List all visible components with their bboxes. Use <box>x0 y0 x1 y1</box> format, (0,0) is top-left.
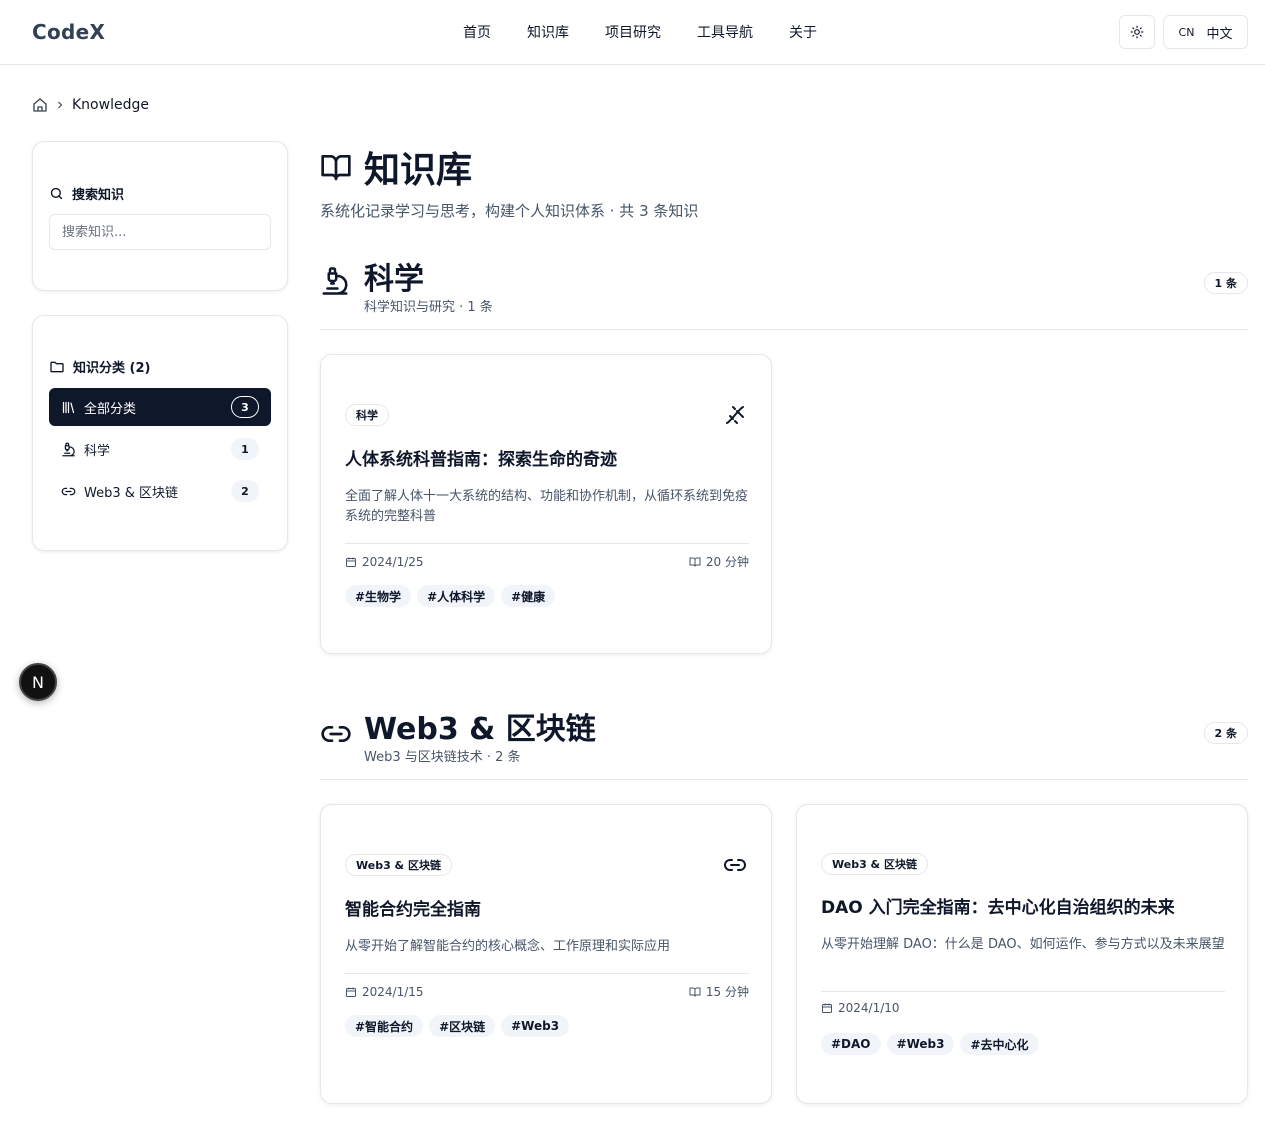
home-icon[interactable] <box>32 97 48 113</box>
site-logo[interactable]: CodeX <box>32 20 105 44</box>
nav-about[interactable]: 关于 <box>789 22 817 42</box>
card-description: 从零开始理解 DAO：什么是 DAO、如何运作、参与方式以及未来展望 <box>821 937 1225 952</box>
knowledge-card[interactable]: Web3 & 区块链 智能合约完全指南 从零开始了解智能合约的核心概念、工作原理… <box>320 804 772 1104</box>
open-book-icon <box>689 557 701 567</box>
sun-icon <box>1130 25 1144 39</box>
section-count-badge: 1 条 <box>1203 272 1248 294</box>
section-description: Web3 与区块链技术 · 2 条 <box>364 750 521 765</box>
category-panel: 知识分类 (2) 全部分类 3 科学 1 Web3 & 区块链 2 <box>32 315 288 551</box>
category-count: 3 <box>231 396 259 418</box>
card-hashtag[interactable]: #DAO <box>821 1033 881 1055</box>
card-hashtag[interactable]: #智能合约 <box>345 1015 424 1037</box>
search-panel: 搜索知识 <box>32 141 288 291</box>
card-meta: 2024/1/15 15 分钟 <box>345 983 749 1000</box>
category-item-web3[interactable]: Web3 & 区块链 2 <box>49 472 271 510</box>
card-divider <box>821 991 1225 992</box>
lang-label: 中文 <box>1206 26 1233 42</box>
card-hashtag[interactable]: #健康 <box>501 585 556 607</box>
top-header: CodeX 首页 知识库 项目研究 工具导航 关于 CN 中文 <box>0 0 1265 65</box>
knowledge-card[interactable]: Web3 & 区块链 DAO 入门完全指南：去中心化自治组织的未来 从零开始理解… <box>796 804 1248 1104</box>
card-description: 全面了解人体十一大系统的结构、功能和协作机制，从循环系统到免疫系统的完整科普 <box>345 489 749 524</box>
section-title: 科学 <box>364 262 424 297</box>
card-meta: 2024/1/10 <box>821 1001 1225 1015</box>
dna-icon <box>726 406 744 424</box>
language-button[interactable]: CN 中文 <box>1163 15 1248 49</box>
card-read-time: 15 分钟 <box>705 985 749 999</box>
breadcrumb-current: Knowledge <box>72 97 149 113</box>
calendar-icon <box>346 557 356 567</box>
card-description: 从零开始了解智能合约的核心概念、工作原理和实际应用 <box>345 939 671 954</box>
main-nav: 首页 知识库 项目研究 工具导航 关于 <box>463 22 817 42</box>
breadcrumb: Knowledge <box>32 97 149 113</box>
card-hashtag[interactable]: #Web3 <box>501 1015 570 1037</box>
category-count: 1 <box>231 438 259 460</box>
open-book-icon <box>321 155 351 181</box>
section-header-web3: Web3 & 区块链 Web3 与区块链技术 · 2 条 2 条 <box>320 704 1248 780</box>
calendar-icon <box>822 1003 832 1013</box>
card-hashtag[interactable]: #去中心化 <box>960 1033 1039 1055</box>
category-label: 科学 <box>84 443 111 459</box>
nav-tools[interactable]: 工具导航 <box>697 22 753 42</box>
category-panel-title: 知识分类 (2) <box>49 357 150 376</box>
page-title: 知识库 <box>320 141 472 193</box>
section-count-badge: 2 条 <box>1203 722 1248 744</box>
section-header-science: 科学 科学知识与研究 · 1 条 1 条 <box>320 254 1248 330</box>
card-category-tag: Web3 & 区块链 <box>821 853 928 875</box>
card-date: 2024/1/15 <box>362 984 424 999</box>
category-label: 全部分类 <box>84 401 137 417</box>
microscope-icon <box>322 267 348 295</box>
link-icon <box>321 726 351 742</box>
card-tag-list: #DAO #Web3 #去中心化 <box>821 1033 1039 1055</box>
theme-toggle-button[interactable] <box>1119 15 1155 49</box>
card-title[interactable]: DAO 入门完全指南：去中心化自治组织的未来 <box>821 893 1225 918</box>
category-item-all[interactable]: 全部分类 3 <box>49 388 271 426</box>
microscope-icon <box>62 442 75 456</box>
card-hashtag[interactable]: #人体科学 <box>417 585 496 607</box>
library-icon <box>62 401 75 413</box>
chevron-right-icon <box>58 101 63 109</box>
card-date: 2024/1/25 <box>362 554 424 569</box>
card-date: 2024/1/10 <box>838 1001 900 1015</box>
calendar-icon <box>346 987 356 997</box>
card-category-tag: 科学 <box>345 404 389 426</box>
card-hashtag[interactable]: #区块链 <box>429 1015 496 1037</box>
card-hashtag[interactable]: #Web3 <box>886 1033 955 1055</box>
card-tag-list: #生物学 #人体科学 #健康 <box>345 585 556 607</box>
link-icon <box>724 859 746 871</box>
card-tag-list: #智能合约 #区块链 #Web3 <box>345 1015 570 1037</box>
card-hashtag[interactable]: #生物学 <box>345 585 412 607</box>
card-title[interactable]: 智能合约完全指南 <box>345 895 749 920</box>
category-count: 2 <box>231 480 259 502</box>
card-divider <box>345 543 749 544</box>
card-divider <box>345 973 749 974</box>
search-panel-title: 搜索知识 <box>49 184 124 203</box>
nav-home[interactable]: 首页 <box>463 22 491 42</box>
card-title[interactable]: 人体系统科普指南：探索生命的奇迹 <box>345 445 749 470</box>
category-label: Web3 & 区块链 <box>84 485 179 501</box>
knowledge-card[interactable]: 科学 人体系统科普指南：探索生命的奇迹 全面了解人体十一大系统的结构、功能和协作… <box>320 354 772 654</box>
open-book-icon <box>689 987 701 997</box>
nextjs-dev-badge[interactable]: N <box>19 663 57 701</box>
nav-knowledge[interactable]: 知识库 <box>527 22 569 42</box>
section-title: Web3 & 区块链 <box>364 712 596 747</box>
card-category-tag: Web3 & 区块链 <box>345 854 452 876</box>
category-item-science[interactable]: 科学 1 <box>49 430 271 468</box>
card-read-time: 20 分钟 <box>705 555 749 569</box>
nav-projects[interactable]: 项目研究 <box>605 22 661 42</box>
search-input[interactable] <box>49 214 271 250</box>
section-description: 科学知识与研究 · 1 条 <box>364 300 493 315</box>
lang-code: CN <box>1178 25 1195 39</box>
page-subtitle: 系统化记录学习与思考，构建个人知识体系 · 共 3 条知识 <box>320 202 699 220</box>
search-icon <box>50 187 63 200</box>
link-icon <box>61 487 76 495</box>
folder-icon <box>50 361 64 372</box>
card-meta: 2024/1/25 20 分钟 <box>345 553 749 570</box>
